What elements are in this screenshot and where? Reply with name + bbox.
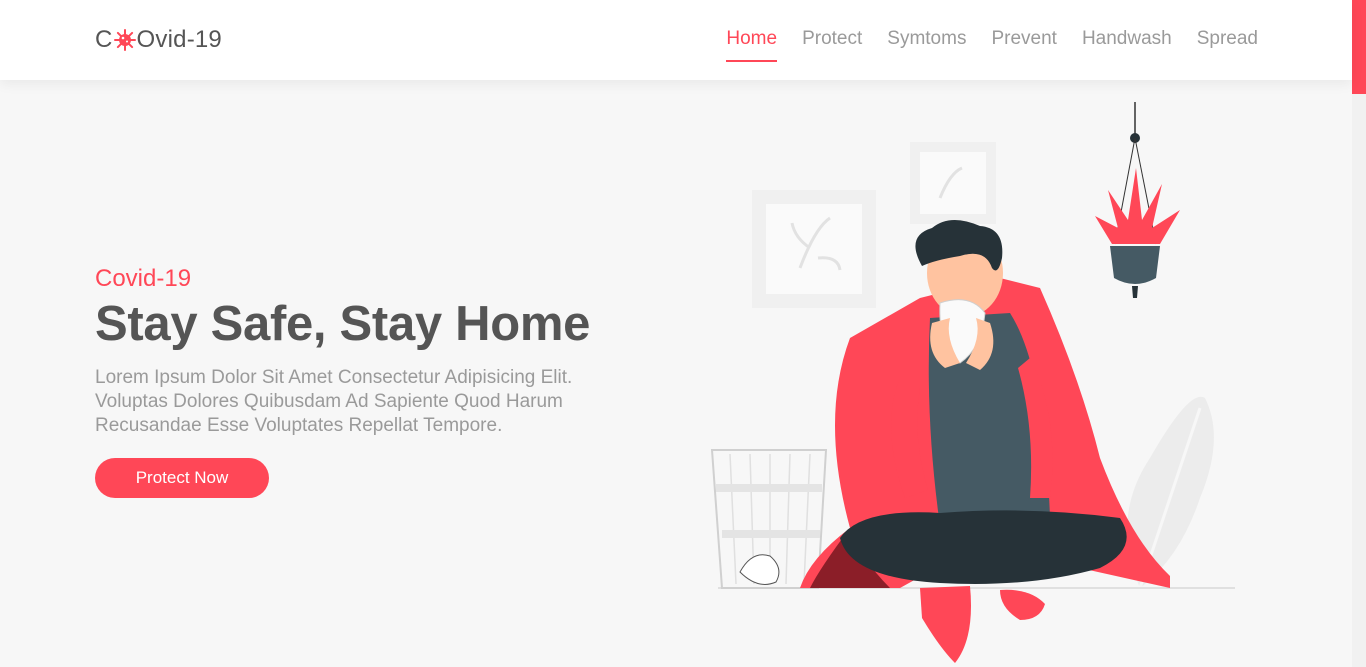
sick-person-illustration bbox=[700, 98, 1260, 667]
picture-frame-large bbox=[752, 190, 876, 308]
hero-eyebrow: Covid-19 bbox=[95, 265, 192, 292]
nav-item-home[interactable]: Home bbox=[726, 28, 777, 62]
page-scrollbar[interactable] bbox=[1352, 0, 1366, 667]
nav-item-spread[interactable]: Spread bbox=[1197, 28, 1258, 59]
main-nav: Home Protect Symtoms Prevent Handwash Sp… bbox=[701, 28, 1258, 62]
hero-section: Covid-19 Stay Safe, Stay Home Lorem Ipsu… bbox=[95, 265, 655, 498]
brand-logo[interactable]: C Ovid-19 bbox=[95, 26, 222, 54]
site-header: C Ovid-19 Home Protect Symtoms Prevent H… bbox=[0, 0, 1352, 80]
nav-item-handwash[interactable]: Handwash bbox=[1082, 28, 1172, 59]
hanging-plant bbox=[1095, 102, 1180, 298]
nav-item-protect[interactable]: Protect bbox=[802, 28, 862, 59]
virus-icon bbox=[113, 29, 136, 51]
picture-frame-small bbox=[910, 142, 996, 224]
brand-suffix: Ovid-19 bbox=[136, 26, 222, 53]
hero-description: Lorem Ipsum Dolor Sit Amet Consectetur A… bbox=[95, 366, 573, 436]
protect-now-button[interactable]: Protect Now bbox=[95, 457, 269, 498]
waste-basket bbox=[710, 449, 828, 589]
nav-item-symtoms[interactable]: Symtoms bbox=[887, 28, 966, 59]
nav-item-prevent[interactable]: Prevent bbox=[991, 28, 1056, 59]
scrollbar-thumb[interactable] bbox=[1352, 0, 1366, 94]
brand-prefix: C bbox=[95, 26, 113, 53]
hero-title: Stay Safe, Stay Home bbox=[95, 297, 591, 351]
